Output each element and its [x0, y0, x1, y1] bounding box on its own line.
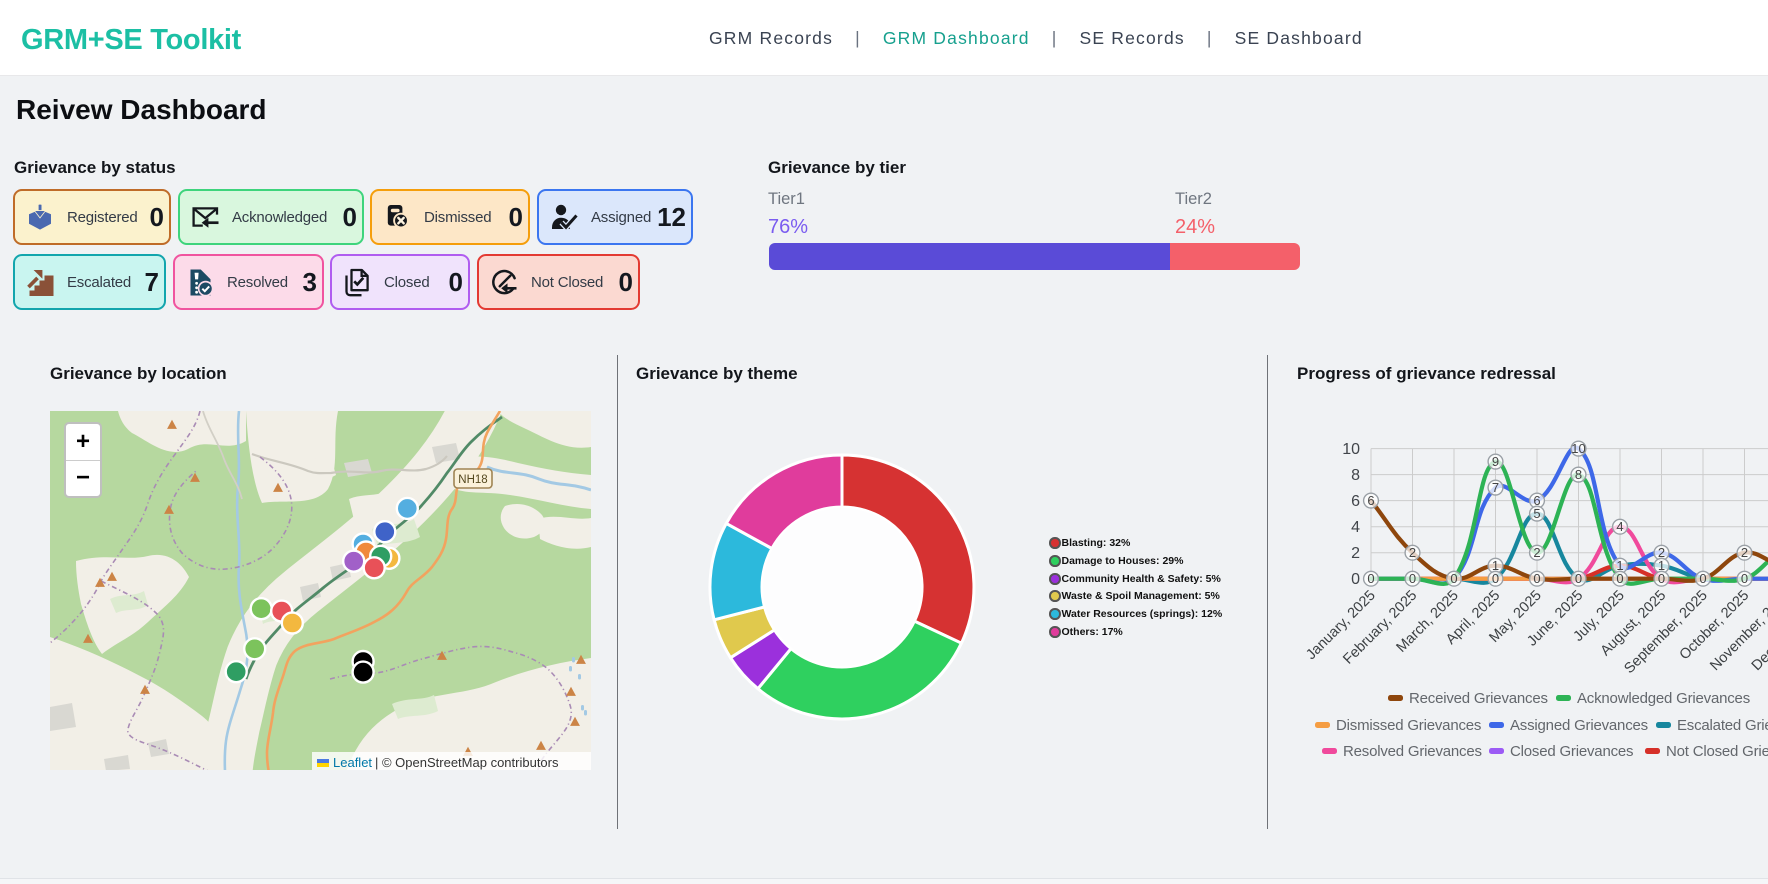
- svg-text:0: 0: [1741, 571, 1748, 586]
- svg-text:0: 0: [1409, 571, 1416, 586]
- svg-text:10: 10: [1571, 441, 1585, 456]
- svg-text:8: 8: [1351, 467, 1360, 484]
- svg-text:2: 2: [1533, 545, 1540, 560]
- svg-text:NH18: NH18: [458, 474, 487, 486]
- svg-text:February, 2025: February, 2025: [1340, 588, 1420, 668]
- svg-text:0: 0: [1351, 571, 1360, 588]
- svg-text:9: 9: [1492, 454, 1499, 469]
- svg-text:4: 4: [1351, 519, 1360, 536]
- svg-text:| © OpenStreetMap contributors: | © OpenStreetMap contributors: [375, 755, 559, 770]
- svg-text:Leaflet: Leaflet: [333, 755, 372, 770]
- svg-text:8: 8: [1575, 467, 1582, 482]
- svg-text:0: 0: [1575, 571, 1582, 586]
- svg-text:5: 5: [1533, 506, 1540, 521]
- svg-text:0: 0: [1533, 571, 1540, 586]
- svg-text:4: 4: [1616, 519, 1623, 534]
- svg-text:0: 0: [1658, 571, 1665, 586]
- svg-text:6: 6: [1367, 493, 1374, 508]
- svg-text:January, 2025: January, 2025: [1303, 588, 1379, 664]
- svg-text:2: 2: [1409, 545, 1416, 560]
- svg-text:0: 0: [1492, 571, 1499, 586]
- svg-text:10: 10: [1342, 441, 1360, 458]
- svg-text:0: 0: [1616, 571, 1623, 586]
- svg-text:0: 0: [1450, 571, 1457, 586]
- svg-text:0: 0: [1699, 571, 1706, 586]
- svg-text:7: 7: [1492, 480, 1499, 495]
- svg-text:2: 2: [1741, 545, 1748, 560]
- svg-text:0: 0: [1367, 571, 1374, 586]
- svg-text:2: 2: [1351, 545, 1360, 562]
- svg-text:6: 6: [1351, 493, 1360, 510]
